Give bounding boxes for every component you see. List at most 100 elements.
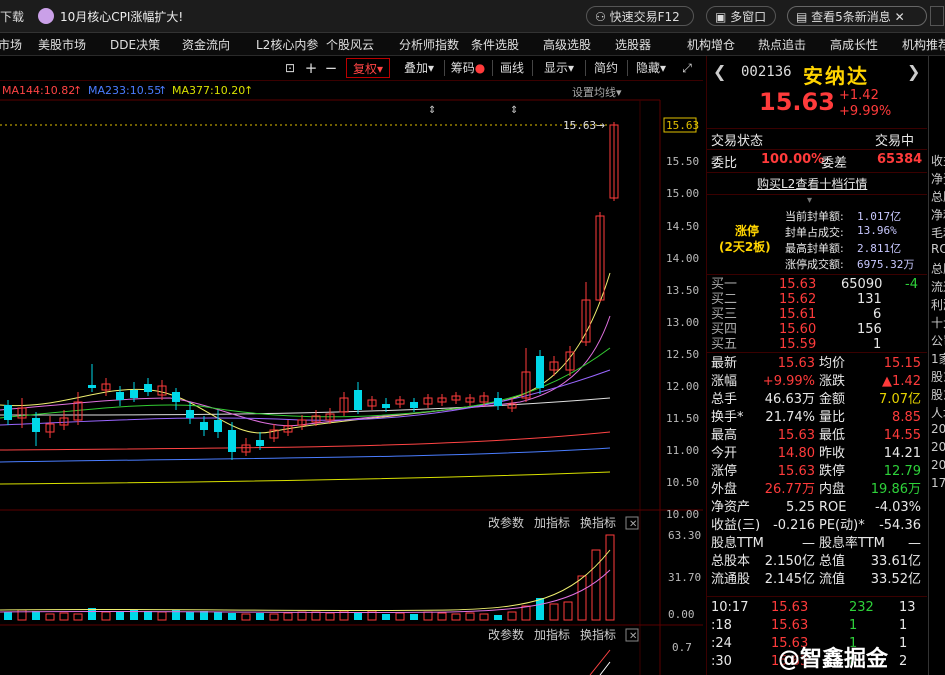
chevron-down-icon[interactable]: ▾ (807, 195, 812, 206)
multi-window-button[interactable]: ▣ 多窗口 (706, 6, 776, 26)
f10-item[interactable]: 利润 (931, 296, 945, 313)
f10-item[interactable]: 十大 (931, 314, 945, 331)
f10-item[interactable]: 股东 (931, 368, 945, 385)
price-tick: 10.50 (666, 476, 699, 489)
f10-item[interactable]: 1家 (931, 350, 945, 367)
f10-item[interactable]: 毛利 (931, 224, 945, 241)
stat-value: 33.61亿 (870, 554, 921, 569)
jianyue-button[interactable]: 简约 (590, 58, 622, 78)
nav-item-screener[interactable]: 选股器 (615, 36, 651, 53)
vol-switch-indicator-button[interactable]: 换指标 (580, 515, 616, 530)
stat-value: +9.99% (762, 374, 815, 389)
volume-bar (577, 575, 587, 621)
stat-value: -4.03% (875, 500, 921, 515)
f10-item[interactable]: 净资 (931, 170, 945, 187)
quick-trade-button[interactable]: ⚇ 快速交易F12 (586, 6, 694, 26)
nav-item-dde[interactable]: DDE决策 (110, 36, 160, 53)
nav-item-stock-news[interactable]: 个股风云 (326, 36, 374, 53)
nav-item-advanced[interactable]: 高级选股 (543, 36, 591, 53)
volume-tick: 63.30 (668, 529, 701, 542)
marker-icon: ⇕ (510, 105, 518, 116)
stock-code: 002136 (741, 64, 792, 80)
volume-axis: 63.30 31.70 0.00 (668, 529, 701, 621)
nav-item-l2[interactable]: L2核心内参 (256, 36, 318, 53)
f10-item[interactable]: 20 (931, 422, 945, 436)
f10-panel: 收益净资总股净利毛利ROE总股流通利润十大公司1家股东股东人均20202017 (928, 56, 945, 675)
nav-item-us-market[interactable]: 美股市场 (38, 36, 86, 53)
kline-chart[interactable]: 15.63 → ⇕ ⇕ 15.63 15.50 15.00 14.50 14.0… (0, 80, 703, 675)
news-button[interactable]: ▤ 查看5条新消息 ✕ (787, 6, 927, 26)
volume-ma-line (0, 569, 611, 614)
f10-item[interactable]: 总股 (931, 260, 945, 277)
f10-item[interactable]: 净利 (931, 206, 945, 223)
stat-label: 跌停 (819, 464, 846, 479)
nav-item-analyst[interactable]: 分析师指数 (399, 36, 459, 53)
vol-change-params-button[interactable]: 改参数 (488, 515, 524, 530)
f10-item[interactable]: 公司 (931, 332, 945, 349)
stat-value: 7.07亿 (879, 392, 921, 407)
f10-item[interactable]: 总股 (931, 188, 945, 205)
diejia-button[interactable]: 叠加▾ (397, 58, 441, 78)
volume-ma-line (0, 549, 611, 612)
fuquan-button[interactable]: 复权▾ (346, 58, 390, 78)
close-icon[interactable]: ✕ (895, 10, 905, 24)
price-axis: 15.50 15.00 14.50 14.00 13.50 13.00 12.5… (666, 155, 699, 521)
close-icon[interactable]: ✕ (629, 519, 637, 530)
f10-item[interactable]: 17 (931, 476, 945, 490)
stat-row: 股息TTM — 股息率TTM — (707, 535, 927, 553)
chouma-button[interactable]: 筹码● (448, 58, 488, 78)
f10-item[interactable]: ROE (931, 242, 945, 256)
stat-value: 15.63 (777, 464, 815, 479)
f10-item[interactable]: 20 (931, 458, 945, 472)
divider (707, 274, 927, 275)
tick-volume: 232 (849, 600, 874, 615)
l2-purchase-link[interactable]: 购买L2查看十档行情 (757, 175, 867, 192)
next-stock-icon[interactable]: ❯ (907, 62, 920, 81)
close-icon[interactable]: ✕ (629, 631, 637, 642)
f10-item[interactable]: 人均 (931, 404, 945, 421)
f10-item[interactable]: 20 (931, 440, 945, 454)
nav-item-fund-flow[interactable]: 资金流向 (182, 36, 230, 53)
huaxian-button[interactable]: 画线 (496, 58, 528, 78)
nav-item-market[interactable]: 市场 (0, 36, 22, 53)
zoom-out-icon[interactable]: − (322, 58, 340, 78)
nav-item-institution[interactable]: 机构增仓 (687, 36, 735, 53)
f10-item[interactable]: 股东 (931, 386, 945, 403)
lock-icon[interactable]: ⊡ (280, 58, 300, 78)
volume-bar (536, 598, 544, 620)
stat-value: 5.25 (786, 500, 815, 515)
f10-item[interactable]: 流通 (931, 278, 945, 295)
download-link[interactable]: 下载 (0, 8, 24, 25)
fullscreen-icon[interactable]: ⤢ (677, 58, 697, 78)
zoom-in-icon[interactable]: + (302, 58, 320, 78)
stat-label: PE(动)* (819, 518, 865, 533)
volume-bar (521, 605, 531, 621)
f10-item[interactable]: 收益 (931, 152, 945, 169)
nav-item-recommend[interactable]: 机构推荐 (902, 36, 945, 53)
prev-stock-icon[interactable]: ❮ (713, 62, 726, 81)
headline-link[interactable]: 10月核心CPI涨幅扩大! (60, 8, 183, 25)
vol-add-indicator-button[interactable]: 加指标 (534, 515, 570, 530)
nav-item-growth[interactable]: 高成长性 (830, 36, 878, 53)
divider (707, 194, 927, 195)
volume-bar (563, 601, 573, 621)
candle-body (536, 356, 544, 388)
nav-item-hotspot[interactable]: 热点追击 (758, 36, 806, 53)
stat-value: ▲1.42 (882, 374, 921, 389)
stat-value: 12.79 (883, 464, 921, 479)
macd-switch-indicator-button[interactable]: 换指标 (580, 627, 616, 642)
candle-body (144, 384, 152, 392)
stat-value: 26.77万 (764, 482, 815, 497)
weicha-value: 65384 (877, 152, 923, 167)
macd-change-params-button[interactable]: 改参数 (488, 627, 524, 642)
overflow-icon[interactable] (930, 6, 944, 26)
tick-time: 10:17 (711, 600, 749, 615)
nav-item-condition[interactable]: 条件选股 (471, 36, 519, 53)
limit-up-title: 涨停 (735, 224, 760, 238)
macd-add-indicator-button[interactable]: 加指标 (534, 627, 570, 642)
stat-label: ROE (819, 500, 847, 515)
xianshi-button[interactable]: 显示▾ (537, 58, 581, 78)
yincang-button[interactable]: 隐藏▾ (631, 58, 671, 78)
volume-bar (73, 613, 83, 621)
status-value: 交易中 (875, 134, 915, 149)
